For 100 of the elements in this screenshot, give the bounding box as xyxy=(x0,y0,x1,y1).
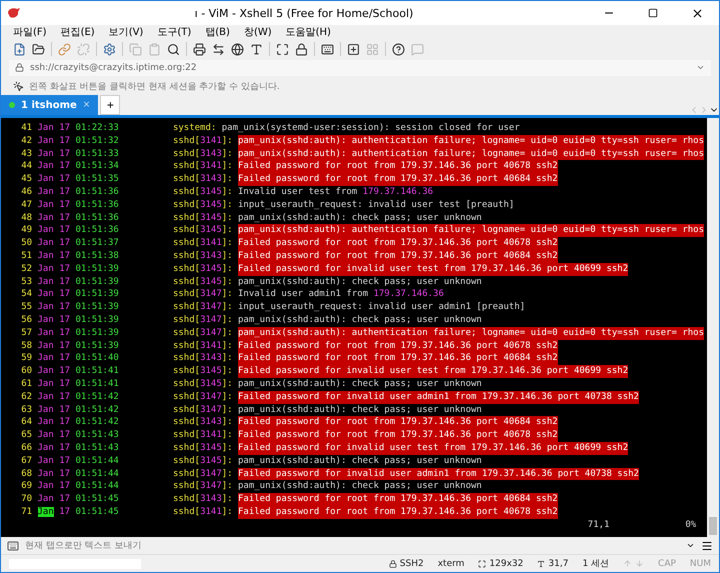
log-message: Failed password for root from 179.37.146.36 port 40684 ssh2 xyxy=(238,352,558,366)
scroll-percent: 0% xyxy=(684,518,696,532)
line-number: 71 xyxy=(20,506,32,517)
line-number: 62 xyxy=(20,392,32,402)
month-text: Jan xyxy=(38,328,54,338)
line-number: 51 xyxy=(20,250,32,261)
line-number: 68 xyxy=(20,468,32,479)
process-text: sshd[3145]: xyxy=(172,442,233,455)
time-text: 01:51:38 xyxy=(75,250,119,261)
process-text: sshd[3147]: xyxy=(172,301,233,314)
process-text: sshd[3143]: xyxy=(172,352,233,366)
address-field[interactable]: ssh://crazyits@crazyits.iptime.org:22 xyxy=(30,62,690,73)
process-text: sshd[3145]: xyxy=(172,186,233,199)
log-message: Failed password for root from 179.37.146.36 port 40678 ssh2 xyxy=(238,340,558,352)
menu-item[interactable]: 탭(B) xyxy=(203,26,232,39)
log-message: Failed password for root from 179.37.146.36 port 40684 ssh2 xyxy=(238,416,558,430)
month-text: Jan xyxy=(38,468,54,479)
process-text: sshd[3147]: xyxy=(172,404,233,416)
process-text: sshd[3143]: xyxy=(172,416,233,430)
process-text: sshd[3145]: xyxy=(172,262,233,276)
log-message: pam_unix(sshd:auth): check pass; user unknown xyxy=(238,378,482,391)
time-text: 01:51:39 xyxy=(75,314,119,325)
time-text: 01:51:40 xyxy=(75,353,119,364)
log-message: pam_unix(sshd:auth): authentication failure; logname= uid=0 euid=0 tty=ssh ruser= rhos xyxy=(238,134,704,148)
month-text: Jan xyxy=(38,392,54,402)
process-text: sshd[3145]: xyxy=(172,224,233,238)
line-number: 44 xyxy=(20,161,32,172)
line-number: 53 xyxy=(20,276,32,287)
day-text: 17 xyxy=(59,174,70,184)
process-text: sshd[3147]: xyxy=(172,326,233,340)
new-tab-button[interactable]: + xyxy=(100,95,120,115)
day-text: 17 xyxy=(59,200,70,210)
line-number: 54 xyxy=(20,289,32,300)
line-number: 45 xyxy=(20,174,32,184)
log-message: Invalid user admin1 from xyxy=(238,288,368,302)
time-text: 01:51:42 xyxy=(75,404,119,415)
process-text: sshd[3141]: xyxy=(172,506,233,519)
process-text: sshd[3141]: xyxy=(172,340,233,352)
month-text: Jan xyxy=(38,404,54,415)
menu-item[interactable]: 도구(T) xyxy=(155,26,194,39)
compose-field[interactable]: 현재 탭으로만 텍스트 보내기 xyxy=(25,540,680,551)
time-text: 01:51:36 xyxy=(75,212,119,223)
month-text: Jan xyxy=(38,378,54,389)
month-text: Jan xyxy=(38,148,54,159)
day-text: 17 xyxy=(59,289,70,300)
line-number: 61 xyxy=(20,378,32,389)
day-text: 17 xyxy=(59,276,70,287)
menu-item[interactable]: 창(W) xyxy=(242,26,274,39)
session-count: 1 세션 xyxy=(582,558,610,570)
process-text: sshd[3147]: xyxy=(172,314,233,327)
log-message: pam_unix(systemd-user:session): session closed for user xyxy=(222,122,520,135)
menu-item[interactable]: 편집(E) xyxy=(58,26,97,39)
time-text: 01:22:33 xyxy=(75,123,119,133)
process-text: systemd: xyxy=(172,122,216,135)
log-message: Failed password for root from 179.37.146.36 port 40678 ssh2 xyxy=(238,429,558,442)
day-text: 17 xyxy=(59,250,70,261)
day-text: 17 xyxy=(59,238,70,248)
session-tab[interactable]: 1 itshome × xyxy=(1,95,98,115)
month-text: Jan xyxy=(38,340,54,351)
process-text: sshd[3147]: xyxy=(172,480,233,494)
line-number: 43 xyxy=(20,148,32,159)
line-number: 59 xyxy=(20,353,32,364)
cursor-status: 31,7 xyxy=(548,558,568,569)
day-text: 17 xyxy=(59,186,70,197)
day-text: 17 xyxy=(59,340,70,351)
line-number: 47 xyxy=(20,200,32,210)
process-text: sshd[3145]: xyxy=(172,454,233,468)
day-text: 17 xyxy=(59,456,70,466)
time-text: 01:51:37 xyxy=(75,238,119,248)
line-number: 64 xyxy=(20,417,32,428)
terminal-size: 129x32 xyxy=(489,558,524,569)
time-text: 01:51:41 xyxy=(75,378,119,389)
time-text: 01:51:44 xyxy=(75,456,119,466)
day-text: 17 xyxy=(59,481,70,492)
address-bar[interactable]: ssh://crazyits@crazyits.iptime.org:22 xyxy=(9,60,711,76)
time-text: 01:51:41 xyxy=(75,366,119,376)
line-number: 67 xyxy=(20,456,32,466)
time-text: 01:51:39 xyxy=(75,328,119,338)
log-message: pam_unix(sshd:auth): authentication failure; logname= uid=0 euid=0 tty=ssh ruser= rhos xyxy=(238,148,704,160)
day-text: 17 xyxy=(59,123,70,133)
log-message: input_userauth_request: invalid user test [preauth] xyxy=(238,198,514,212)
day-text: 17 xyxy=(59,366,70,376)
day-text: 17 xyxy=(59,430,70,440)
log-message: Failed password for root from 179.37.146.36 port 40684 ssh2 xyxy=(238,173,558,186)
day-text: 17 xyxy=(59,264,70,274)
month-text: Jan xyxy=(38,136,54,146)
time-text: 01:51:33 xyxy=(75,148,119,159)
time-text: 01:51:34 xyxy=(75,161,119,172)
line-number: 46 xyxy=(20,186,32,197)
process-text: sshd[3143]: xyxy=(172,148,233,160)
time-text: 01:51:39 xyxy=(75,276,119,287)
log-message: pam_unix(sshd:auth): check pass; user unknown xyxy=(238,454,482,468)
day-text: 17 xyxy=(59,225,70,236)
menu-item[interactable]: 보기(V) xyxy=(106,26,146,39)
log-message: pam_unix(sshd:auth): check pass; user unknown xyxy=(238,212,482,224)
month-text: Jan xyxy=(38,289,54,300)
menu-item[interactable]: 도움말(H) xyxy=(284,26,333,39)
menu-item[interactable]: 파일(F) xyxy=(11,26,49,39)
num-indicator: NUM xyxy=(690,558,711,569)
time-text: 01:51:39 xyxy=(75,340,119,351)
